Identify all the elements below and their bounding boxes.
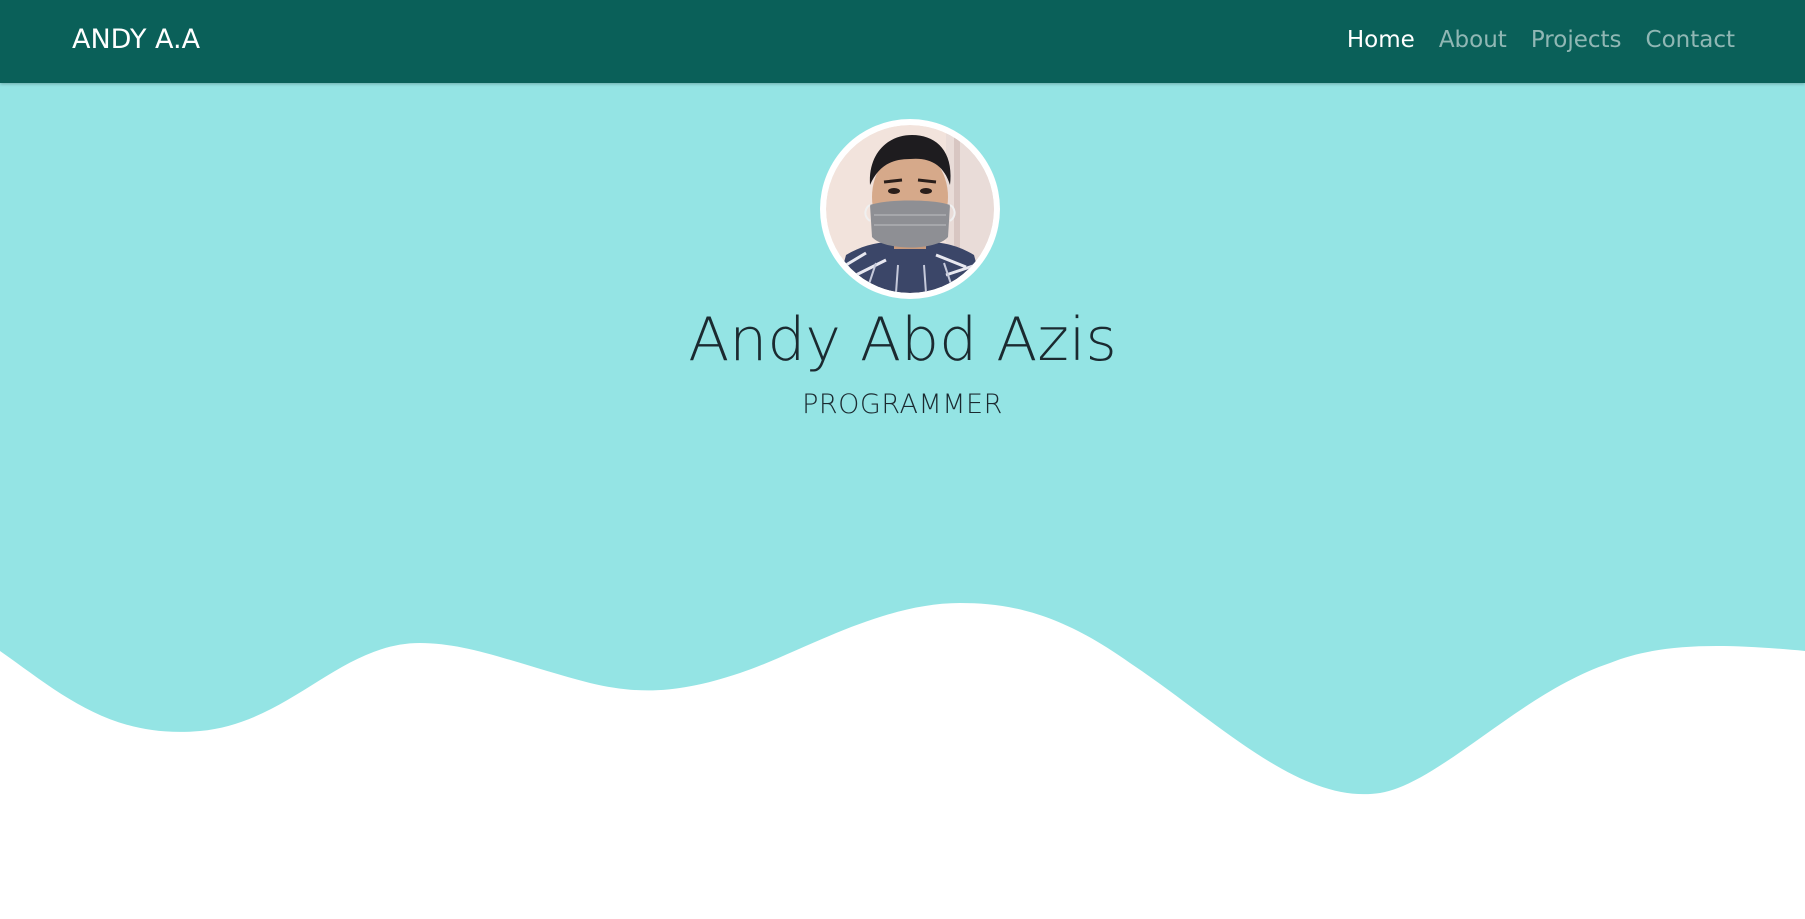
hero-role: PROGRAMMER <box>802 389 1003 420</box>
nav-link-contact[interactable]: Contact <box>1646 27 1735 53</box>
nav-links: Home About Projects Contact <box>1347 27 1735 53</box>
avatar <box>820 119 1000 299</box>
brand-logo[interactable]: ANDY A.A <box>72 24 200 55</box>
nav-link-projects[interactable]: Projects <box>1531 27 1622 53</box>
hero-section: Andy Abd Azis PROGRAMMER <box>0 83 1805 919</box>
nav-link-home[interactable]: Home <box>1347 27 1415 53</box>
profile-photo-icon <box>826 125 994 293</box>
hero-name: Andy Abd Azis <box>688 305 1117 375</box>
navbar: ANDY A.A Home About Projects Contact <box>0 0 1805 83</box>
nav-link-about[interactable]: About <box>1439 27 1507 53</box>
